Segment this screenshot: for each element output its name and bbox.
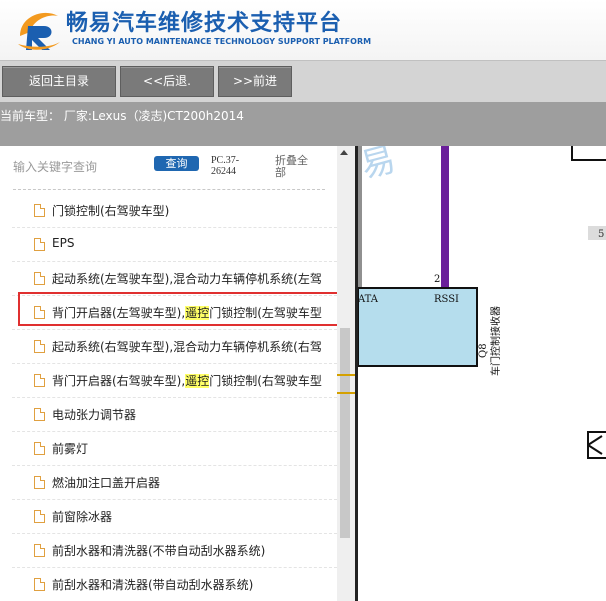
document-icon (34, 238, 45, 251)
component-id: Q8 (478, 343, 489, 358)
home-button[interactable]: 返回主目录 (2, 66, 116, 97)
list-item-label: 前窗除冰器 (52, 510, 113, 524)
search-highlight: 遥控 (185, 374, 210, 388)
forward-button[interactable]: >>前进 (218, 66, 292, 97)
list-item-label: 前刮水器和清洗器(带自动刮水器系统) (52, 578, 254, 592)
document-icon (34, 510, 45, 523)
app-subtitle: CHANG YI AUTO MAINTENANCE TECHNOLOGY SUP… (72, 37, 372, 46)
list-item[interactable]: 背门开启器(右驾驶车型),遥控门锁控制(右驾驶车型 (12, 364, 337, 398)
list-item[interactable]: 燃油加注口盖开启器 (12, 466, 337, 500)
label-five: 5 (598, 229, 604, 240)
document-icon (34, 544, 45, 557)
symbol-line (587, 435, 603, 446)
document-icon (34, 442, 45, 455)
list-item-label: 门锁控制(右驾驶车型) (52, 204, 170, 218)
match-marker (337, 392, 355, 394)
scrollbar-thumb[interactable] (340, 328, 350, 538)
vehicle-bar: 当前车型： 厂家:Lexus（凌志)CT200h2014 (0, 102, 606, 146)
symbol-line (587, 444, 603, 455)
document-icon (34, 204, 45, 217)
document-icon (34, 374, 45, 387)
watermark: 易 (358, 146, 400, 187)
pin-label: RSSI (434, 294, 459, 305)
topic-panel: 输入关键字查询 查询 PC.37-26244 折叠全部 门锁控制(右驾驶车型) … (0, 146, 355, 601)
document-icon (34, 340, 45, 353)
search-button[interactable]: 查询 (154, 156, 199, 171)
list-item-label: 背门开启器(右驾驶车型),遥控门锁控制(右驾驶车型 (52, 374, 322, 388)
app-title: 畅易汽车维修技术支持平台 (66, 11, 343, 36)
header: 畅易汽车维修技术支持平台 CHANG YI AUTO MAINTENANCE T… (0, 0, 606, 60)
list-item-label: 燃油加注口盖开启器 (52, 476, 161, 490)
pc-code: PC.37-26244 (211, 155, 240, 177)
component-name: 车门控制接收器 (489, 306, 502, 376)
list-item[interactable]: 前窗除冰器 (12, 500, 337, 534)
scroll-up-icon[interactable] (340, 150, 348, 155)
list-item-label: 起动系统(左驾驶车型),混合动力车辆停机系统(左驾 (52, 272, 322, 286)
list-item[interactable]: 电动张力调节器 (12, 398, 337, 432)
selection-highlight-box (18, 292, 344, 326)
list-item[interactable]: 起动系统(左驾驶车型),混合动力车辆停机系统(左驾 (12, 262, 337, 296)
list-item-label: 电动张力调节器 (52, 408, 137, 422)
list-item-label: 前雾灯 (52, 442, 89, 456)
list-item-label: 前刮水器和清洗器(不带自动刮水器系统) (52, 544, 266, 558)
list-item[interactable]: 门锁控制(右驾驶车型) (12, 194, 337, 228)
document-icon (34, 272, 45, 285)
list-item[interactable]: EPS (12, 228, 337, 262)
pin-number: 2 (434, 274, 440, 285)
collapse-all-button[interactable]: 折叠全部 (275, 155, 315, 179)
list-item-label: EPS (52, 236, 75, 250)
pin-label: ATA (358, 294, 379, 305)
diagram-canvas: 易 2 ATA RSSI Q8 车门控制接收器 5 (358, 146, 606, 459)
component-outline (587, 431, 606, 459)
wiring-diagram[interactable]: 易 2 ATA RSSI Q8 车门控制接收器 5 (358, 146, 606, 601)
current-vehicle-info: 当前车型： 厂家:Lexus（凌志)CT200h2014 (0, 109, 244, 123)
list-item[interactable]: 前雾灯 (12, 432, 337, 466)
list-item[interactable]: 前刮水器和清洗器(不带自动刮水器系统) (12, 534, 337, 568)
wire-gray (358, 146, 362, 288)
divider (13, 189, 325, 190)
wire-purple (441, 146, 449, 288)
list-item[interactable]: 起动系统(右驾驶车型),混合动力车辆停机系统(右驾 (12, 330, 337, 364)
document-icon (34, 408, 45, 421)
cy-logo-icon (18, 12, 60, 50)
component-outline (571, 146, 606, 161)
document-icon (34, 476, 45, 489)
back-button[interactable]: <<后退. (120, 66, 214, 97)
document-icon (34, 578, 45, 591)
search-input[interactable]: 输入关键字查询 (13, 158, 97, 175)
list-item-label: 起动系统(右驾驶车型),混合动力车辆停机系统(右驾 (52, 340, 322, 354)
match-marker (337, 374, 355, 376)
list-item[interactable]: 前刮水器和清洗器(带自动刮水器系统) (12, 568, 337, 601)
toolbar: 返回主目录 <<后退. >>前进 (0, 60, 606, 103)
